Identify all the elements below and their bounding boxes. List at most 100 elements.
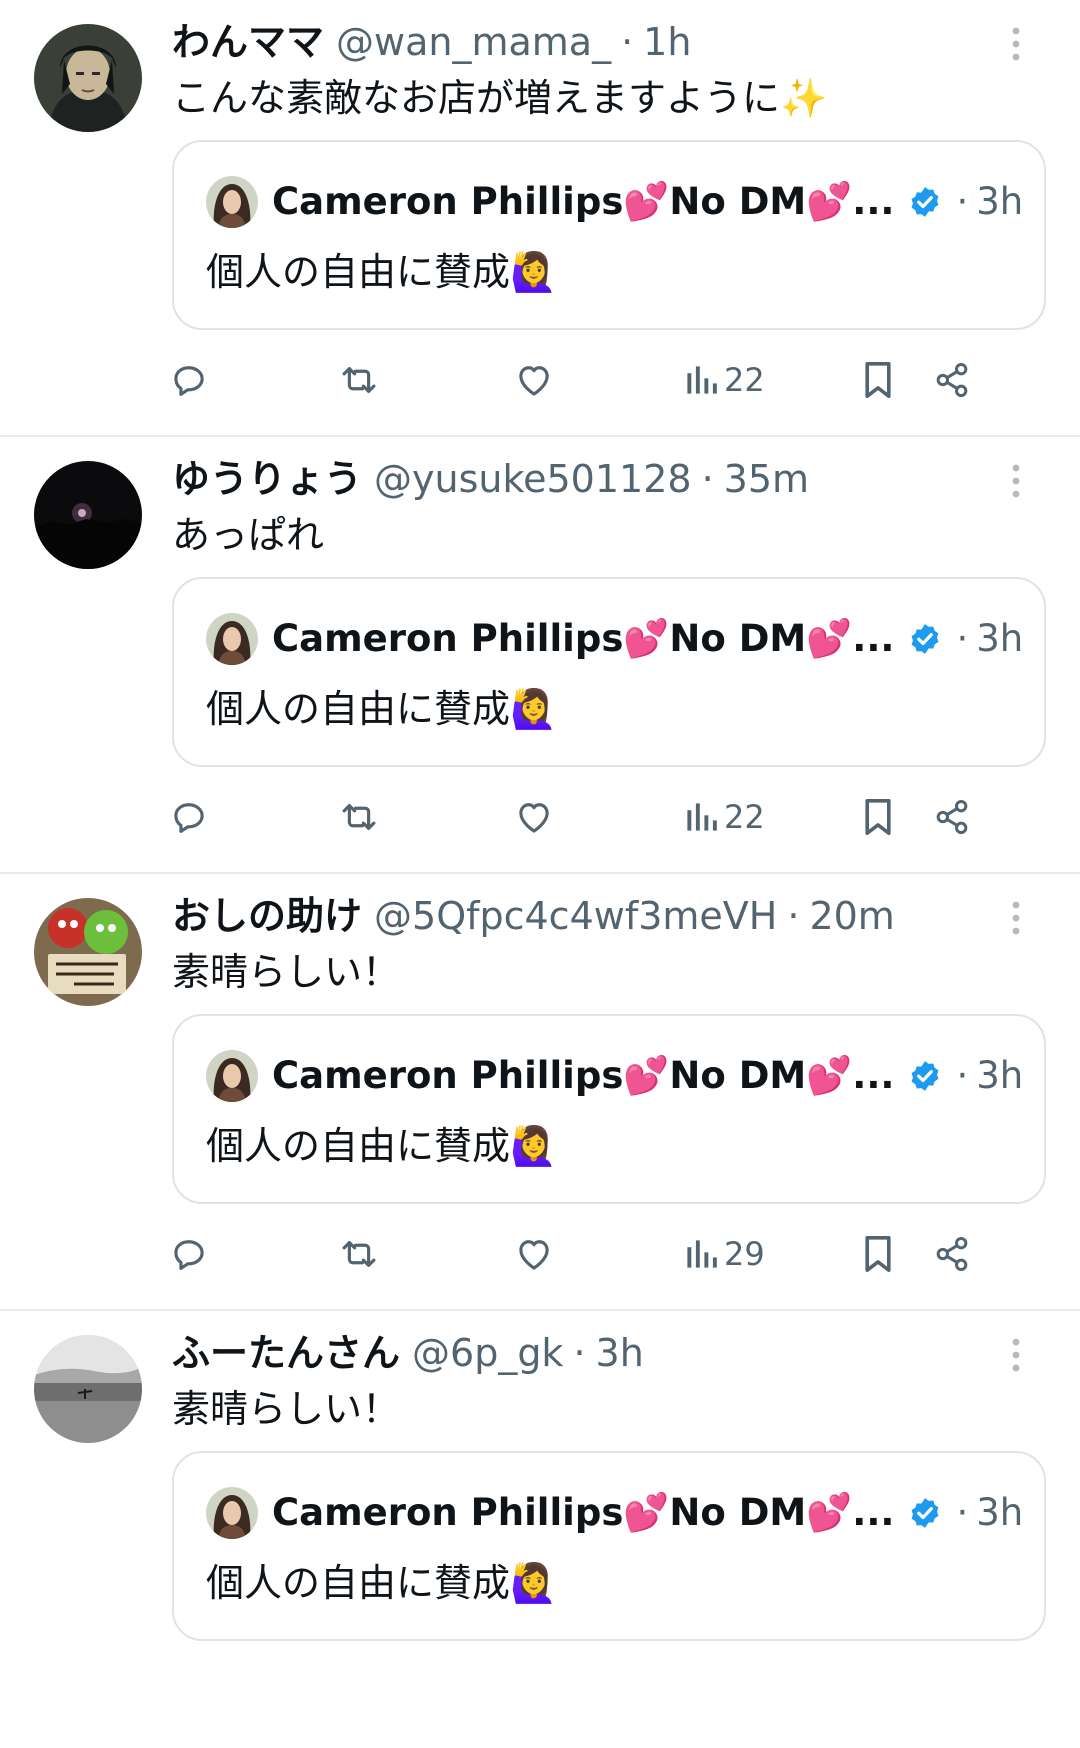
bookmark-button[interactable] [860, 789, 896, 845]
quote-timestamp[interactable]: 3h [976, 1485, 1023, 1541]
timestamp[interactable]: 1h [643, 14, 691, 70]
avatar[interactable] [34, 1335, 142, 1443]
views-icon [687, 803, 717, 831]
quote-avatar [206, 1487, 258, 1539]
tweet-feed: わんママ @wan_mama_ · 1h こんな素敵なお店が増えますように✨ C… [0, 0, 1080, 1748]
tweet-header: ふーたんさん @6p_gk · 3h [172, 1325, 990, 1381]
separator: · [573, 1331, 586, 1375]
more-options-button[interactable] [1002, 1333, 1030, 1377]
separator: · [956, 180, 969, 223]
like-button[interactable] [512, 789, 556, 845]
verified-badge-icon [908, 1059, 942, 1093]
avatar[interactable] [34, 24, 142, 132]
separator: · [956, 1491, 969, 1534]
tweet-text: あっぱれ [172, 513, 325, 557]
handle[interactable]: @5Qfpc4c4wf3meVH [374, 888, 777, 944]
quote-avatar [206, 613, 258, 665]
like-button[interactable] [512, 1226, 556, 1282]
timestamp[interactable]: 35m [724, 451, 809, 507]
retweet-icon [342, 367, 376, 393]
share-icon [936, 800, 968, 834]
quote-timestamp[interactable]: 3h [976, 1048, 1023, 1104]
views-button[interactable]: 22 [684, 789, 765, 845]
action-bar: 22 [172, 789, 1032, 845]
more-vertical-icon [1012, 464, 1020, 498]
quote-timestamp[interactable]: 3h [976, 174, 1023, 230]
tweet[interactable]: わんママ @wan_mama_ · 1h こんな素敵なお店が増えますように✨ C… [0, 0, 1080, 437]
bookmark-button[interactable] [860, 352, 896, 408]
verified-badge-icon [908, 185, 942, 219]
action-bar: 22 [172, 352, 1032, 408]
timestamp[interactable]: 20m [809, 888, 894, 944]
woman-portrait-avatar [206, 176, 258, 228]
share-button[interactable] [932, 789, 972, 845]
quote-display-name[interactable]: Cameron Phillips💕No DM💕... [272, 1485, 894, 1541]
views-button[interactable]: 22 [684, 352, 765, 408]
reply-icon [174, 366, 204, 396]
quote-header: Cameron Phillips💕No DM💕... · 3h [206, 611, 1023, 667]
reply-button[interactable] [168, 789, 210, 845]
like-icon [519, 803, 549, 833]
reply-button[interactable] [168, 1226, 210, 1282]
avatar[interactable] [34, 898, 142, 1006]
display-name[interactable]: わんママ [172, 14, 324, 70]
more-options-button[interactable] [1002, 896, 1030, 940]
tweet[interactable]: ふーたんさん @6p_gk · 3h 素晴らしい！ Cameron Philli… [0, 1311, 1080, 1748]
share-button[interactable] [932, 1226, 972, 1282]
woman-portrait-avatar [206, 1050, 258, 1102]
retweet-icon [342, 804, 376, 830]
tweet-text: 素晴らしい！ [172, 1387, 401, 1431]
timestamp[interactable]: 3h [596, 1325, 644, 1381]
quote-tweet-card[interactable]: Cameron Phillips💕No DM💕... · 3h 個人の自由に賛成… [172, 1014, 1046, 1204]
like-icon [519, 1240, 549, 1270]
tweet-header: ゆうりょう @yusuke501128 · 35m [172, 451, 990, 507]
quote-tweet-card[interactable]: Cameron Phillips💕No DM💕... · 3h 個人の自由に賛成… [172, 1451, 1046, 1641]
tweet[interactable]: おしの助け @5Qfpc4c4wf3meVH · 20m 素晴らしい！ Came… [0, 874, 1080, 1311]
quote-tweet-card[interactable]: Cameron Phillips💕No DM💕... · 3h 個人の自由に賛成… [172, 577, 1046, 767]
separator: · [701, 457, 714, 501]
action-bar: 29 [172, 1226, 1032, 1282]
bookmark-icon [865, 1236, 891, 1272]
tweet[interactable]: ゆうりょう @yusuke501128 · 35m あっぱれ Cameron P… [0, 437, 1080, 874]
quote-tweet-card[interactable]: Cameron Phillips💕No DM💕... · 3h 個人の自由に賛成… [172, 140, 1046, 330]
views-button[interactable]: 29 [684, 1226, 765, 1282]
quote-timestamp[interactable]: 3h [976, 611, 1023, 667]
handle[interactable]: @wan_mama_ [336, 14, 611, 70]
quote-header: Cameron Phillips💕No DM💕... · 3h [206, 174, 1023, 230]
separator: · [956, 1054, 969, 1097]
separator: · [956, 617, 969, 660]
bookmark-button[interactable] [860, 1226, 896, 1282]
quote-header: Cameron Phillips💕No DM💕... · 3h [206, 1485, 1023, 1541]
handle[interactable]: @yusuke501128 [374, 451, 692, 507]
avatar[interactable] [34, 461, 142, 569]
share-icon [936, 363, 968, 397]
night-sky-avatar [34, 461, 142, 569]
display-name[interactable]: おしの助け [172, 888, 362, 944]
retweet-button[interactable] [336, 352, 382, 408]
quote-text: 個人の自由に賛成🙋‍♀️ [206, 687, 558, 731]
share-button[interactable] [932, 352, 972, 408]
retweet-button[interactable] [336, 1226, 382, 1282]
reply-button[interactable] [168, 352, 210, 408]
more-vertical-icon [1012, 27, 1020, 61]
more-options-button[interactable] [1002, 22, 1030, 66]
handle[interactable]: @6p_gk [412, 1325, 563, 1381]
share-icon [936, 1237, 968, 1271]
quote-display-name[interactable]: Cameron Phillips💕No DM💕... [272, 174, 894, 230]
views-count: 22 [724, 798, 765, 836]
bookmark-icon [865, 799, 891, 835]
quote-display-name[interactable]: Cameron Phillips💕No DM💕... [272, 611, 894, 667]
views-icon [687, 1240, 717, 1268]
like-button[interactable] [512, 352, 556, 408]
retweet-icon [342, 1241, 376, 1267]
more-options-button[interactable] [1002, 459, 1030, 503]
display-name[interactable]: ふーたんさん [172, 1325, 400, 1381]
verified-badge-icon [908, 622, 942, 656]
retweet-button[interactable] [336, 789, 382, 845]
display-name[interactable]: ゆうりょう [172, 451, 362, 507]
separator: · [787, 894, 800, 938]
like-icon [519, 366, 549, 396]
quote-display-name[interactable]: Cameron Phillips💕No DM💕... [272, 1048, 894, 1104]
woman-portrait-avatar [206, 1487, 258, 1539]
tweet-text: 素晴らしい！ [172, 950, 401, 994]
